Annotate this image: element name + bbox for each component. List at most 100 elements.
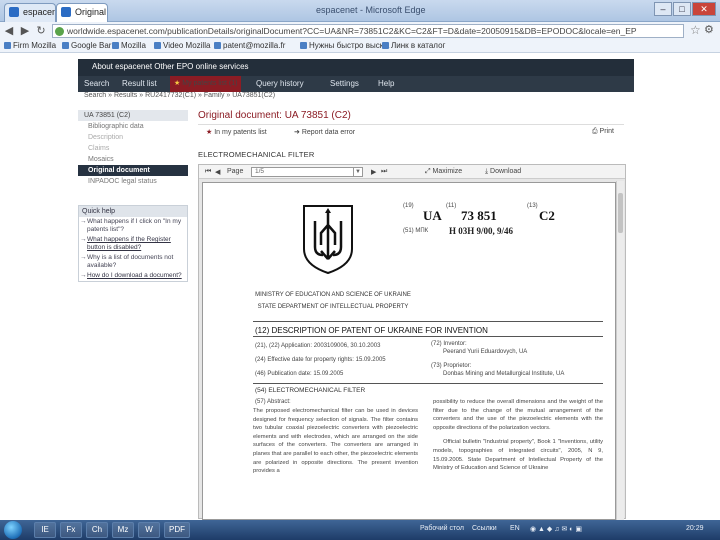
back-icon[interactable]: ◀ (2, 24, 16, 37)
scrollbar-thumb[interactable] (618, 193, 623, 233)
report-error-link[interactable]: ➜ Report data error (294, 128, 355, 136)
printer-icon: ⎙ (592, 128, 600, 135)
bookmark-item[interactable]: Google Bar (62, 41, 111, 50)
add-to-my-patents-link[interactable]: ★ In my patents list (206, 128, 267, 136)
last-page-icon[interactable]: ⏭ (381, 168, 387, 176)
maximize-link[interactable]: ⤢ Maximize (425, 168, 462, 176)
inid-code: (13) (527, 203, 538, 209)
quick-help-item[interactable]: What happens if the Register button is d… (79, 235, 187, 253)
divider (253, 321, 603, 322)
site-brand-menu[interactable]: About espacenet Other EPO online service… (92, 62, 249, 71)
screen: espacenet Original docum espacenet - Mic… (0, 0, 720, 540)
minimize-button[interactable]: – (654, 2, 672, 16)
sidebar-item-original-document[interactable]: Original document (78, 165, 188, 176)
previous-page-icon[interactable]: ◀ (215, 168, 220, 176)
next-page-icon[interactable]: ▶ (371, 168, 376, 176)
language-indicator[interactable]: EN (510, 525, 520, 532)
bookmark-icon (154, 42, 161, 49)
bookmark-star-icon[interactable]: ☆ (690, 23, 701, 37)
country-code: UA (423, 208, 442, 223)
print-link[interactable]: ⎙ Print (592, 128, 614, 136)
close-button[interactable]: ✕ (692, 2, 716, 16)
bookmark-label: Firm Mozilla (13, 41, 57, 50)
abstract-text-left: The proposed electromechanical filter ca… (253, 408, 418, 475)
proprietor-value: Donbas Mining and Metallurgical Institut… (443, 371, 565, 377)
taskbar-app[interactable]: IE (34, 522, 56, 538)
issuing-authority: MINISTRY OF EDUCATION AND SCIENCE OF UKR… (253, 291, 413, 311)
clock[interactable]: 20:29 (686, 525, 704, 532)
taskbar-app[interactable]: W (138, 522, 160, 538)
application-field: (21), (22) Application: 2003109006, 30.1… (255, 343, 381, 349)
taskbar-app[interactable]: Mz (112, 522, 134, 538)
taskbar-app[interactable]: Ch (86, 522, 108, 538)
bookmark-label: Google Bar (71, 41, 112, 50)
bookmark-icon (4, 42, 11, 49)
menu-result-list[interactable]: Result list (122, 79, 157, 88)
address-bar[interactable]: worldwide.espacenet.com/publicationDetai… (52, 24, 684, 38)
action-label: In my patents list (214, 129, 267, 136)
department-text: STATE DEPARTMENT OF INTELLECTUAL PROPERT… (257, 304, 409, 310)
page-title: Original document: UA 73851 (C2) (198, 110, 351, 121)
window-title: espacenet - Microsoft Edge (316, 5, 426, 15)
main-menu: Search Result list ★ My patents list (1)… (78, 76, 634, 92)
tab-label: Original docum (75, 7, 107, 17)
start-button[interactable] (4, 521, 22, 539)
bookmark-icon (300, 42, 307, 49)
tab-original-document[interactable]: Original docum (56, 3, 108, 22)
menu-query-history[interactable]: Query history (256, 79, 304, 88)
bookmark-label: Нужны быстро выск... (309, 41, 390, 50)
viewer-scrollbar[interactable] (616, 181, 624, 520)
quick-help-item[interactable]: How do I download a document? (79, 271, 187, 281)
maximize-button[interactable]: □ (673, 2, 691, 16)
taskbar-app[interactable]: PDF (164, 522, 190, 538)
bookmark-item[interactable]: Нужны быстро выск... (300, 41, 390, 50)
bookmark-icon (382, 42, 389, 49)
sidebar-item-legal-status[interactable]: INPADOC legal status (78, 176, 188, 187)
tab-espacenet[interactable]: espacenet (4, 3, 56, 22)
sidebar-item-bibliographic[interactable]: Bibliographic data (78, 121, 188, 132)
menu-help[interactable]: Help (378, 79, 394, 88)
page-label: Page (227, 168, 244, 175)
patent-number: 73 851 (461, 208, 497, 223)
sidebar-item-description[interactable]: Description (78, 132, 188, 143)
ministry-text: MINISTRY OF EDUCATION AND SCIENCE OF UKR… (255, 292, 411, 298)
first-page-icon[interactable]: ⏮ (205, 168, 211, 176)
bookmark-item[interactable]: Video Mozilla (154, 41, 210, 50)
quick-help-panel: Quick help What happens if I click on "I… (78, 205, 188, 282)
breadcrumb[interactable]: Search » Results » RU2417732(C1) » Famil… (84, 92, 275, 99)
maximize-label: Maximize (432, 168, 463, 175)
document-page: MINISTRY OF EDUCATION AND SCIENCE OF UKR… (202, 182, 616, 520)
quick-help-item[interactable]: What happens if I click on "In my patent… (79, 217, 187, 235)
menu-search[interactable]: Search (84, 79, 109, 88)
url-text: worldwide.espacenet.com/publicationDetai… (67, 26, 637, 36)
tray-links[interactable]: Ссылки (472, 525, 497, 532)
taskbar-app[interactable]: Fx (60, 522, 82, 538)
menu-settings[interactable]: Settings (330, 79, 359, 88)
document-actions: ★ In my patents list ➜ Report data error… (198, 124, 624, 138)
wrench-menu-icon[interactable]: ⚙ (704, 23, 714, 36)
pdf-viewer: ⏮ ◀ Page 1/5 ▼ ▶ ⏭ ⤢ Maximize ⤓ Download … (198, 164, 626, 520)
bookmark-item[interactable]: Firm Mozilla (4, 41, 56, 50)
bookmark-item[interactable]: patent@mozilla.fr (214, 41, 285, 50)
bookmark-item[interactable]: Линк в каталог (382, 41, 445, 50)
abstract-text-right: possibility to reduce the overall dimens… (433, 398, 603, 473)
sidebar-header: UA 73851 (C2) (78, 110, 188, 121)
bookmark-item[interactable]: Mozilla (112, 41, 146, 50)
quick-help-item[interactable]: Why is a list of documents not available… (79, 253, 187, 271)
reload-icon[interactable]: ↻ (34, 24, 48, 37)
title-field: (54) ELECTROMECHANICAL FILTER (255, 387, 366, 394)
bookmark-icon (62, 42, 69, 49)
page-select[interactable]: 1/5 ▼ (251, 167, 363, 177)
forward-icon[interactable]: ▶ (18, 24, 32, 37)
browser-titlebar: espacenet Original docum espacenet - Mic… (0, 0, 720, 22)
kind-code: C2 (539, 208, 555, 223)
menu-my-patents[interactable]: ★ My patents list (1) (170, 76, 242, 92)
action-label: Report data error (301, 129, 356, 136)
download-link[interactable]: ⤓ Download (485, 168, 521, 176)
sidebar-item-mosaics[interactable]: Mosaics (78, 154, 188, 165)
site-header: About espacenet Other EPO online service… (78, 59, 634, 92)
sidebar-item-claims[interactable]: Claims (78, 143, 188, 154)
divider (253, 383, 603, 384)
bookmarks-bar: Firm Mozilla Google Bar Mozilla Video Mo… (0, 40, 720, 53)
tray-desktop[interactable]: Рабочий стол (420, 525, 464, 532)
